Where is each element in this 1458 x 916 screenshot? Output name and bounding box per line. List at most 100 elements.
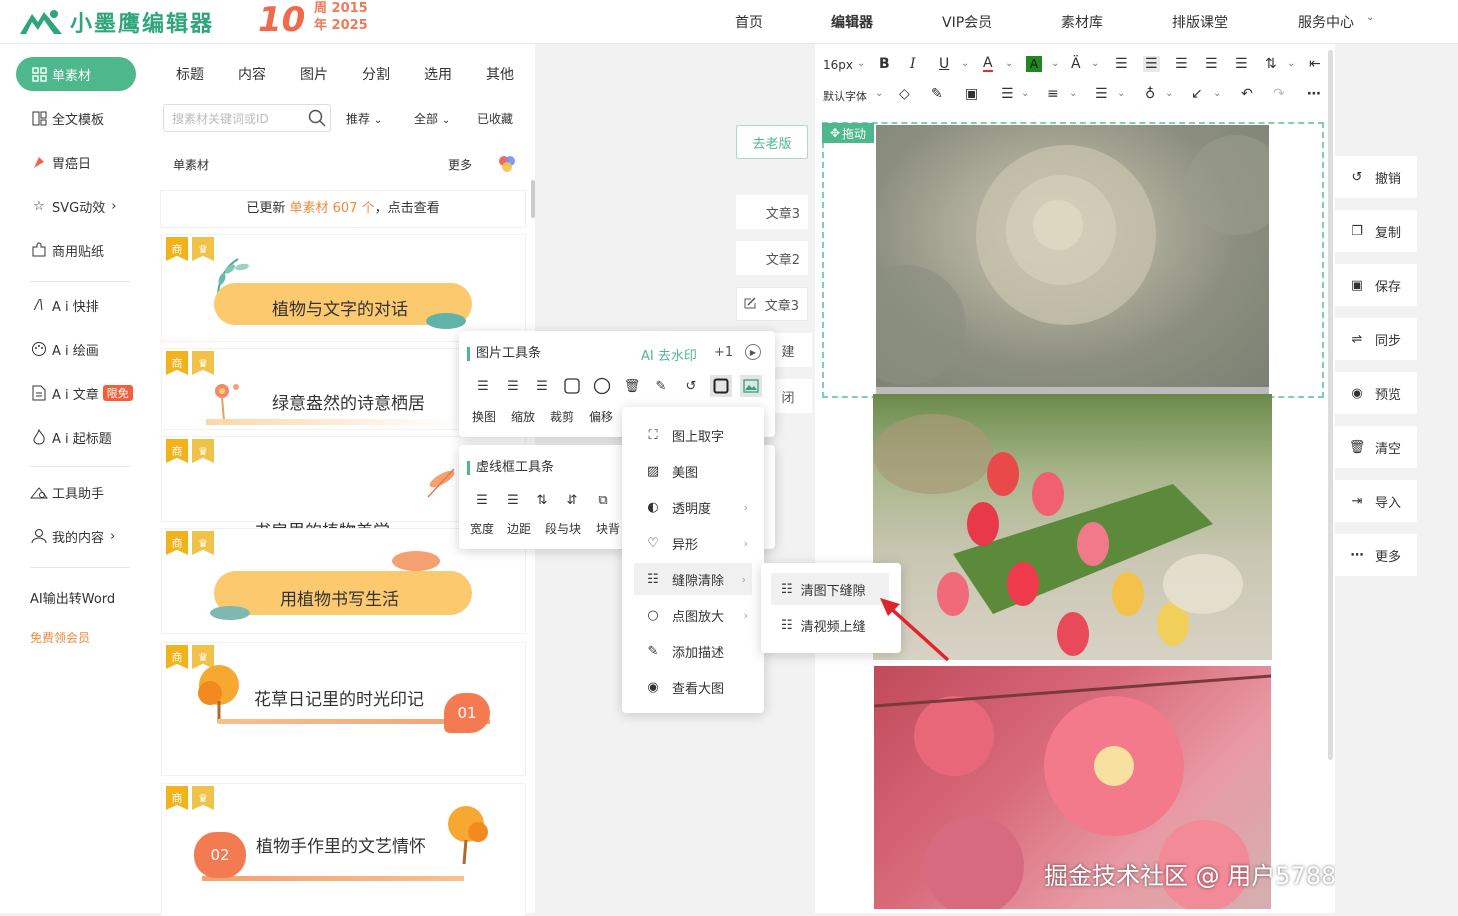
circle-crop-icon[interactable] (591, 375, 613, 397)
leftnav-full-template[interactable]: 全文模板 (16, 101, 136, 135)
material-card[interactable]: 商 ♛ 01 花草日记里的时光印记 (162, 643, 525, 775)
all-dropdown[interactable]: 全部 ⌄ (414, 110, 450, 127)
plus-one-count[interactable]: +1 (714, 345, 733, 360)
divider-icon[interactable]: ≡ (1047, 86, 1059, 102)
search-icon[interactable] (308, 109, 326, 127)
leftnav-ai-title[interactable]: A i 起标题 (16, 420, 136, 454)
tab-content[interactable]: 内容 (238, 64, 266, 84)
tab-image[interactable]: 图片 (300, 64, 328, 84)
font-color-icon[interactable]: A (983, 56, 993, 72)
nav-materials[interactable]: 素材库 (1061, 12, 1103, 32)
nav-home[interactable]: 首页 (735, 12, 763, 32)
bulb-icon[interactable]: ♁ (1145, 86, 1155, 102)
article-tab[interactable]: 文章3 (736, 195, 808, 229)
ai-to-word-link[interactable]: AI输出转Word (30, 588, 115, 607)
scale-label[interactable]: 缩放 (511, 408, 535, 425)
brush-icon[interactable]: ✎ (931, 86, 943, 102)
align-center-icon[interactable]: ☰ (1143, 56, 1160, 72)
align-justify-icon[interactable]: ☰ (1205, 56, 1218, 72)
menu-item-shape[interactable]: ♡ 异形 › (622, 527, 764, 559)
recommend-dropdown[interactable]: 推荐 ⌄ (346, 110, 382, 127)
crop-label[interactable]: 裁剪 (550, 408, 574, 425)
image-insert-icon[interactable]: ▣ (965, 86, 978, 102)
menu-item-gap-clear[interactable]: ☷ 缝隙清除 › (634, 563, 752, 595)
save-button[interactable]: ▣ 保存 (1335, 264, 1417, 306)
eraser-icon[interactable]: ◇ (899, 86, 910, 102)
dashed-frame[interactable] (822, 122, 1324, 398)
leftnav-stickers[interactable]: 商用贴纸 (16, 233, 136, 267)
tab-selected[interactable]: 选用 (424, 64, 452, 84)
article-tab[interactable]: 文章2 (736, 241, 808, 275)
line-height-icon[interactable]: ⇅ (1265, 56, 1277, 72)
menu-item-ocr[interactable]: ⛶ 图上取字 (622, 419, 764, 451)
eagle-logo-icon[interactable] (18, 6, 64, 36)
underline-icon[interactable]: U (939, 56, 949, 72)
text-effect-icon[interactable]: Ä (1071, 56, 1081, 72)
font-family-select[interactable]: 默认字体 (823, 88, 867, 104)
tab-divider[interactable]: 分割 (362, 64, 390, 84)
paragraph-block-label[interactable]: 段与块 (545, 520, 581, 537)
ai-watermark-remove-button[interactable]: AI 去水印 (641, 345, 697, 364)
favorited-button[interactable]: 已收藏 (477, 110, 513, 127)
rounded-rect-icon[interactable] (561, 375, 583, 397)
align-left-icon[interactable]: ☰ (472, 375, 494, 397)
leftnav-ai-layout[interactable]: /\ A i 快排 (16, 288, 136, 322)
nav-editor[interactable]: 编辑器 (831, 12, 873, 32)
spacing-icon[interactable]: ☰ (1001, 86, 1014, 102)
material-card[interactable]: 商 ♛ 02 植物手作里的文艺情怀 (162, 784, 525, 916)
clear-button[interactable]: 🗑 清空 (1335, 426, 1417, 468)
article-tab-active[interactable]: 文章3 (736, 287, 808, 321)
italic-icon[interactable]: I (910, 56, 916, 72)
align-center-icon[interactable]: ☰ (502, 375, 524, 397)
nav-course[interactable]: 排版课堂 (1172, 12, 1228, 32)
tab-other[interactable]: 其他 (486, 64, 514, 84)
eyedropper-icon[interactable]: ✎ (650, 375, 672, 397)
chevron-down-icon[interactable]: ⌄ (1021, 88, 1029, 99)
chevron-down-icon[interactable]: ⌄ (875, 88, 883, 99)
indent-icon[interactable]: ☰ (1235, 56, 1248, 72)
menu-item-caption[interactable]: ✎ 添加描述 (622, 635, 764, 667)
chevron-down-icon[interactable]: ⌄ (1366, 12, 1374, 23)
nav-vip[interactable]: VIP会员 (942, 12, 992, 32)
paragraph-block-icon[interactable]: ⇅ (531, 489, 553, 511)
leftnav-ai-article[interactable]: A i 文章 限免 (16, 376, 136, 410)
sort-icon[interactable]: ⇵ (561, 489, 583, 511)
undo-button[interactable]: ↺ 撤销 (1335, 156, 1417, 198)
menu-item-zoom[interactable]: ○ 点图放大 › (622, 599, 764, 631)
import-button[interactable]: ⇥ 导入 (1335, 480, 1417, 522)
margin-icon[interactable]: ☰ (502, 489, 524, 511)
chevron-down-icon[interactable]: ⌄ (1213, 88, 1221, 99)
border-frame-icon[interactable] (710, 375, 732, 397)
align-left-icon[interactable]: ☰ (1115, 56, 1128, 72)
chevron-down-icon[interactable]: ⌄ (1069, 88, 1077, 99)
drag-handle[interactable]: ✥ 拖动 (822, 123, 874, 143)
block-bg-label[interactable]: 块背 (596, 520, 620, 537)
rotate-icon[interactable]: ↺ (680, 375, 702, 397)
arrow-icon[interactable]: ↙ (1191, 86, 1203, 102)
leftnav-stomach-cancer-day[interactable]: 胃癌日 (16, 145, 136, 179)
highlight-color-icon[interactable]: A (1026, 56, 1042, 72)
align-right-icon[interactable]: ☰ (531, 375, 553, 397)
more-link[interactable]: 更多 (448, 156, 472, 173)
chevron-down-icon[interactable]: ⌄ (1005, 58, 1013, 69)
leftnav-svg-animation[interactable]: ☆ SVG动效 › (16, 189, 136, 223)
menu-item-view-large[interactable]: ◉ 查看大图 (622, 671, 764, 703)
trash-icon[interactable]: 🗑 (621, 375, 643, 397)
menu-item-beautify[interactable]: ▨ 美图 (622, 455, 764, 487)
replace-image-label[interactable]: 换图 (472, 408, 496, 425)
search-input[interactable]: 搜素材关键词或ID (163, 104, 331, 132)
align-right-icon[interactable]: ☰ (1175, 56, 1188, 72)
chevron-down-icon[interactable]: ⌄ (857, 58, 865, 69)
leftnav-single-material[interactable]: 单素材 (16, 57, 136, 91)
chevron-down-icon[interactable]: ⌄ (1051, 58, 1059, 69)
width-icon[interactable]: ☰ (471, 489, 493, 511)
chevron-down-icon[interactable]: ⌄ (1165, 88, 1173, 99)
image-edit-icon[interactable] (740, 375, 762, 397)
material-card[interactable]: 商 ♛ 植物与文字的对话 (162, 235, 525, 341)
chevron-down-icon[interactable]: ⌄ (1091, 58, 1099, 69)
free-vip-link[interactable]: 免费领会员 (30, 629, 90, 646)
menu-item-opacity[interactable]: ◐ 透明度 › (622, 491, 764, 523)
block-bg-icon[interactable]: ⧉ (592, 489, 614, 511)
update-notice[interactable]: 已更新 单素材 607 个，点击查看 (160, 190, 526, 228)
margin-label[interactable]: 边距 (507, 520, 531, 537)
